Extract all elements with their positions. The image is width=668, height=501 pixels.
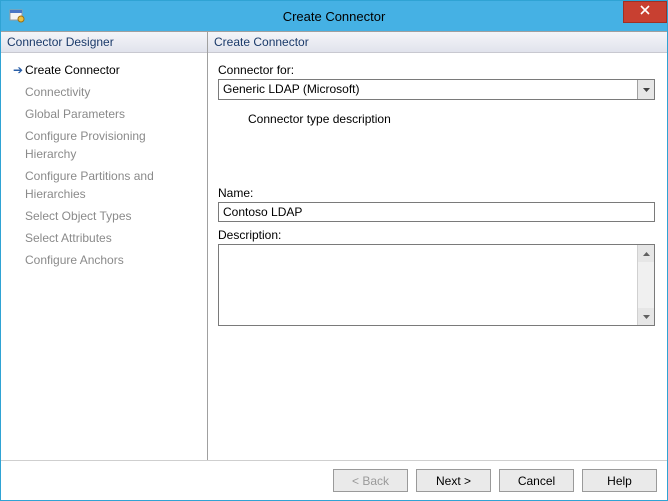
scroll-down-icon[interactable] xyxy=(638,308,654,325)
nav-item-7[interactable]: ➔Configure Anchors xyxy=(5,249,203,271)
cancel-button[interactable]: Cancel xyxy=(499,469,574,492)
nav-item-6[interactable]: ➔Select Attributes xyxy=(5,227,203,249)
nav-item-1[interactable]: ➔Connectivity xyxy=(5,81,203,103)
connector-type-description: Connector type description xyxy=(218,100,655,182)
nav-item-label: Configure Provisioning Hierarchy xyxy=(25,127,199,163)
description-label: Description: xyxy=(218,228,655,242)
nav-item-2[interactable]: ➔Global Parameters xyxy=(5,103,203,125)
close-button[interactable] xyxy=(623,1,667,23)
next-button[interactable]: Next > xyxy=(416,469,491,492)
left-panel-header: Connector Designer xyxy=(1,32,207,53)
connector-for-select[interactable]: Generic LDAP (Microsoft) xyxy=(218,79,655,100)
scrollbar[interactable] xyxy=(637,245,654,325)
nav-item-3[interactable]: ➔Configure Provisioning Hierarchy xyxy=(5,125,203,165)
nav-list: ➔Create Connector➔Connectivity➔Global Pa… xyxy=(1,53,207,277)
form-area: Connector for: Generic LDAP (Microsoft) … xyxy=(208,53,667,460)
app-icon xyxy=(9,8,25,24)
name-input[interactable] xyxy=(218,202,655,222)
nav-item-label: Create Connector xyxy=(25,61,199,79)
right-panel-header: Create Connector xyxy=(208,32,667,53)
back-button[interactable]: < Back xyxy=(333,469,408,492)
right-panel: Create Connector Connector for: Generic … xyxy=(208,32,667,460)
create-connector-window: Create Connector Connector Designer ➔Cre… xyxy=(0,0,668,501)
nav-item-label: Select Attributes xyxy=(25,229,199,247)
nav-item-label: Select Object Types xyxy=(25,207,199,225)
description-field xyxy=(218,244,655,326)
content: Connector Designer ➔Create Connector➔Con… xyxy=(1,31,667,460)
button-bar: < Back Next > Cancel Help xyxy=(1,460,667,500)
nav-item-label: Configure Partitions and Hierarchies xyxy=(25,167,199,203)
left-panel: Connector Designer ➔Create Connector➔Con… xyxy=(1,32,208,460)
arrow-icon: ➔ xyxy=(11,61,25,79)
nav-item-label: Connectivity xyxy=(25,83,199,101)
connector-for-label: Connector for: xyxy=(218,63,655,77)
connector-for-value: Generic LDAP (Microsoft) xyxy=(219,80,637,99)
name-label: Name: xyxy=(218,186,655,200)
nav-item-5[interactable]: ➔Select Object Types xyxy=(5,205,203,227)
nav-item-label: Configure Anchors xyxy=(25,251,199,269)
description-input[interactable] xyxy=(219,245,637,325)
nav-item-label: Global Parameters xyxy=(25,105,199,123)
window-title: Create Connector xyxy=(1,9,667,24)
titlebar: Create Connector xyxy=(1,1,667,31)
dropdown-arrow-icon[interactable] xyxy=(637,80,654,99)
scroll-up-icon[interactable] xyxy=(638,245,654,262)
help-button[interactable]: Help xyxy=(582,469,657,492)
nav-item-4[interactable]: ➔Configure Partitions and Hierarchies xyxy=(5,165,203,205)
nav-item-0[interactable]: ➔Create Connector xyxy=(5,59,203,81)
